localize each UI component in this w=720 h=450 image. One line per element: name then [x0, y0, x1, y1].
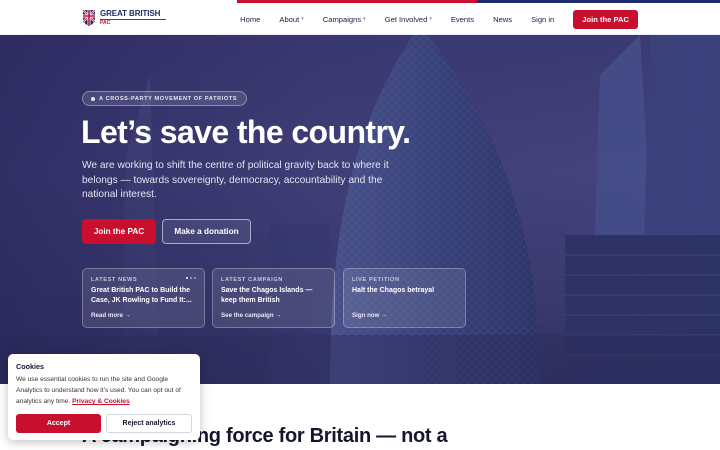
dot-icon	[91, 96, 95, 101]
movement-pill: A CROSS-PARTY MOVEMENT OF PATRIOTS	[82, 91, 248, 106]
card-label: LIVE PETITION	[352, 277, 400, 283]
read-more-link[interactable]: Read more →	[91, 312, 131, 319]
sign-now-link[interactable]: Sign now →	[352, 312, 387, 319]
crest-icon	[82, 9, 96, 26]
nav-get-involved[interactable]: Get Involved ▾	[385, 15, 432, 24]
card-latest-campaign[interactable]: LATEST CAMPAIGN Save the Chagos Islands …	[212, 268, 335, 328]
nav-sign-in[interactable]: Sign in	[531, 15, 554, 24]
card-label: LATEST CAMPAIGN	[221, 277, 283, 283]
nav-home[interactable]: Home	[240, 15, 260, 24]
logo-title: GREAT BRITISH	[100, 9, 161, 18]
hero-title: Let’s save the country.	[81, 114, 411, 150]
privacy-cookies-link[interactable]: Privacy & Cookies	[72, 398, 130, 405]
chevron-down-icon: ▾	[301, 16, 304, 22]
cookie-banner: Cookies We use essential cookies to run …	[8, 354, 200, 440]
nav-news[interactable]: News	[493, 15, 512, 24]
nav-about[interactable]: About ▾	[279, 15, 303, 24]
accept-cookies-button[interactable]: Accept	[16, 414, 101, 433]
join-pac-button[interactable]: Join the PAC	[82, 219, 156, 244]
reject-analytics-button[interactable]: Reject analytics	[106, 414, 192, 433]
logo-subtitle: PAC	[100, 19, 166, 26]
cookie-text: We use essential cookies to run the site…	[16, 376, 181, 405]
cookie-title: Cookies	[16, 362, 44, 371]
card-title: Halt the Chagos betrayal	[352, 287, 435, 294]
main-nav: Home About ▾ Campaigns ▾ Get Involved ▾ Eve…	[240, 3, 720, 35]
card-title: Great British PAC to Build the Case, JK …	[91, 287, 192, 304]
nav-campaigns[interactable]: Campaigns ▾	[323, 15, 366, 24]
card-latest-news[interactable]: LATEST NEWS Great British PAC to Build t…	[82, 268, 205, 328]
hero-subtitle: We are working to shift the centre of po…	[82, 160, 389, 200]
site-header: GREAT BRITISH PAC Home About ▾ Campaigns ▾…	[0, 3, 720, 35]
chevron-down-icon: ▾	[429, 16, 432, 22]
see-campaign-link[interactable]: See the campaign →	[221, 312, 282, 319]
site-logo[interactable]: GREAT BRITISH PAC	[82, 9, 166, 27]
nav-events[interactable]: Events	[451, 15, 474, 24]
donate-button[interactable]: Make a donation	[162, 219, 251, 244]
card-title: Save the Chagos Islands — keep them Brit…	[221, 287, 313, 304]
hero-section	[0, 35, 720, 384]
pill-label: A CROSS-PARTY MOVEMENT OF PATRIOTS	[99, 95, 238, 102]
card-label: LATEST NEWS	[91, 277, 138, 283]
chevron-down-icon: ▾	[363, 16, 366, 22]
carousel-dots[interactable]	[186, 277, 196, 279]
card-live-petition[interactable]: LIVE PETITION Halt the Chagos betrayal S…	[343, 268, 466, 328]
join-pac-nav-button[interactable]: Join the PAC	[573, 9, 638, 29]
